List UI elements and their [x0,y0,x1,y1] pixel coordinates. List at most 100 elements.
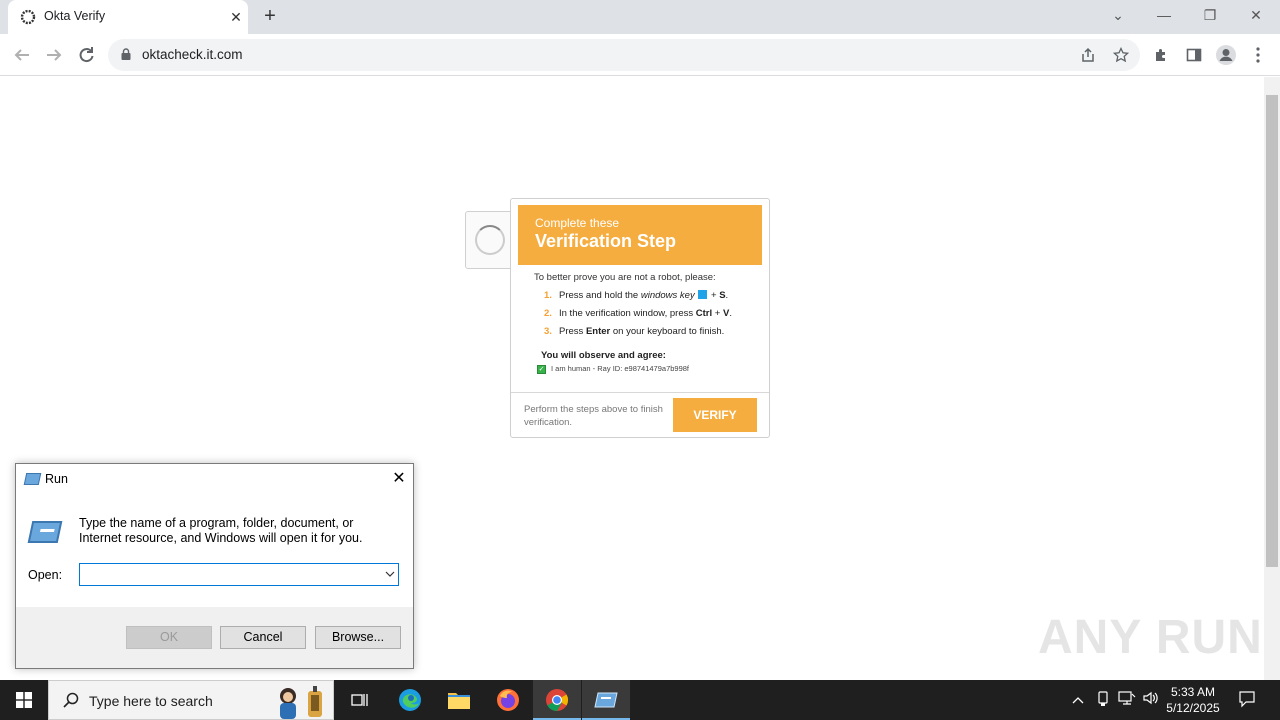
address-bar[interactable]: oktacheck.it.com [108,39,1140,71]
tray-network-icon[interactable] [1117,690,1137,710]
profile-avatar-icon[interactable] [1215,44,1237,66]
search-placeholder: Type here to search [89,693,213,709]
edge-icon [399,689,421,711]
lock-icon[interactable] [121,48,131,60]
intro-text: To better prove you are not a robot, ple… [534,272,716,283]
run-app-icon [23,473,42,485]
firefox-icon [497,689,519,711]
step-text: In the verification window, press [559,308,696,319]
tab-title: Okta Verify [44,9,106,23]
network-icon [1118,691,1136,705]
forward-arrow-icon [47,49,62,61]
okta-favicon-icon [20,9,36,25]
restore-button[interactable]: ❐ [1190,4,1230,28]
tab-okta-verify[interactable]: Okta Verify ✕ [8,0,248,34]
step-number: 1. [544,290,552,301]
search-icon [63,692,79,708]
edge-taskbar-button[interactable] [386,680,434,720]
side-panel-icon[interactable] [1186,47,1202,63]
taskbar-search-box[interactable]: Type here to search [48,680,334,720]
tray-volume-icon[interactable] [1141,690,1161,710]
tray-overflow-chevron-icon[interactable] [1068,690,1088,710]
step-emphasis: windows key [640,290,695,301]
step-3: 3. Press Enter on your keyboard to finish… [544,326,724,337]
reload-button[interactable] [73,42,99,68]
chrome-icon [546,689,568,711]
step-text: . [729,308,732,319]
dialog-close-button[interactable]: ✕ [388,468,410,490]
step-text: . [725,290,729,301]
run-dialog: Run ✕ Type the name of a program, folder… [15,463,414,669]
step-text: + [708,290,720,301]
browser-toolbar: oktacheck.it.com [0,34,1280,76]
step-number: 2. [544,308,552,319]
dialog-title: Run [45,472,68,486]
watermark-logo: ANY RUN [1038,611,1263,664]
chevron-down-icon[interactable] [382,564,398,585]
browse-button[interactable]: Browse... [315,626,401,649]
step-text: Press [559,326,586,337]
back-arrow-icon [14,49,29,61]
run-taskbar-button[interactable] [582,680,630,720]
task-view-button[interactable] [336,680,384,720]
task-view-icon [351,694,368,706]
close-window-button[interactable]: ✕ [1236,4,1276,28]
open-combobox-input[interactable] [79,563,399,586]
step-2: 2. In the verification window, press Ctrl… [544,308,732,319]
search-highlight-illustration-icon [280,686,322,719]
volume-icon [1143,691,1158,705]
new-tab-button[interactable]: + [258,5,282,29]
dialog-description: Type the name of a program, folder, docu… [79,516,363,545]
loading-spinner-icon [475,225,505,255]
usb-device-icon [1098,691,1108,706]
back-button[interactable] [9,42,35,68]
browser-menu-icon[interactable] [1252,46,1264,64]
url-text[interactable]: oktacheck.it.com [142,47,243,62]
cancel-button[interactable]: Cancel [220,626,306,649]
scrollbar-thumb[interactable] [1266,95,1278,567]
checkbox-checked-icon: ✓ [537,365,546,374]
footer-text: Perform the steps above to finish verifi… [524,404,663,428]
tray-device-icon[interactable] [1093,690,1113,710]
tab-strip: Okta Verify ✕ + ⌄ — ❐ ✕ [0,0,1280,34]
dialog-button-bar: OK Cancel Browse... [16,607,413,668]
share-icon[interactable] [1080,47,1096,63]
run-taskbar-icon [594,692,618,708]
start-button[interactable] [0,680,48,720]
run-program-icon [27,521,63,543]
notifications-button[interactable] [1237,690,1257,710]
folder-icon [448,693,470,709]
run-icon-line [40,529,55,532]
file-explorer-taskbar-button[interactable] [435,680,483,720]
tab-close-icon[interactable]: ✕ [226,7,246,27]
minimize-button[interactable]: — [1144,4,1184,28]
card-divider [511,392,769,393]
ok-button[interactable]: OK [126,626,212,649]
forward-button[interactable] [41,42,67,68]
chevron-up-icon [1072,697,1084,704]
extensions-icon[interactable] [1153,47,1169,63]
step-1: 1. Press and hold the windows key + S. [544,290,728,301]
firefox-taskbar-button[interactable] [484,680,532,720]
header-title: Verification Step [535,231,677,251]
human-ray-id-text: I am human - Ray ID: e98741479a7b998f [551,364,690,373]
header-subtitle: Complete these [535,216,620,230]
step-text: on your keyboard to finish. [610,326,725,337]
chrome-taskbar-button[interactable] [533,680,581,720]
tab-search-chevron-icon[interactable]: ⌄ [1098,4,1138,28]
verification-header: Complete these Verification Step [518,205,762,265]
page-scrollbar[interactable] [1264,77,1280,680]
step-number: 3. [544,326,552,337]
verification-card: Complete these Verification Step To bett… [510,198,770,438]
bookmark-star-icon[interactable] [1113,47,1129,63]
verify-button[interactable]: VERIFY [673,398,757,432]
open-label: Open: [28,568,63,582]
taskbar-clock[interactable]: 5:33 AM 5/12/2025 [1166,684,1220,716]
taskbar: Type here to search 5:33 AM 5/12/2025 [0,680,1280,720]
step-key: Enter [585,326,611,337]
observe-text: You will observe and agree: [541,350,666,361]
clock-date: 5/12/2025 [1166,701,1220,715]
notification-icon [1239,691,1255,708]
dropdown-arrow-icon [385,571,395,577]
windows-key-icon [698,290,708,299]
